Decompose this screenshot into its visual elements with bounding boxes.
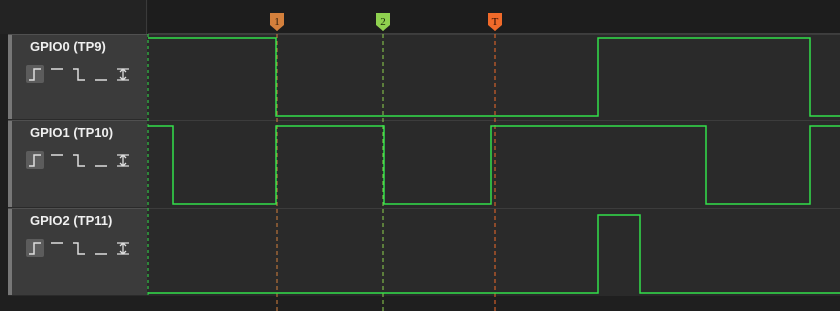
marker-t-flag[interactable]: T: [488, 13, 502, 31]
waveform-gpio1: [148, 125, 840, 205]
marker-2-flag[interactable]: 2: [376, 13, 390, 31]
marker-1-label: 1: [274, 16, 280, 28]
waveform-overlay: 1 2 T: [147, 13, 840, 311]
marker-1-flag[interactable]: 1: [270, 13, 284, 31]
marker-t-label: T: [492, 16, 499, 28]
marker-2-label: 2: [380, 16, 386, 28]
waveform-gpio2: [148, 214, 840, 294]
waveform-gpio0: [148, 37, 840, 117]
